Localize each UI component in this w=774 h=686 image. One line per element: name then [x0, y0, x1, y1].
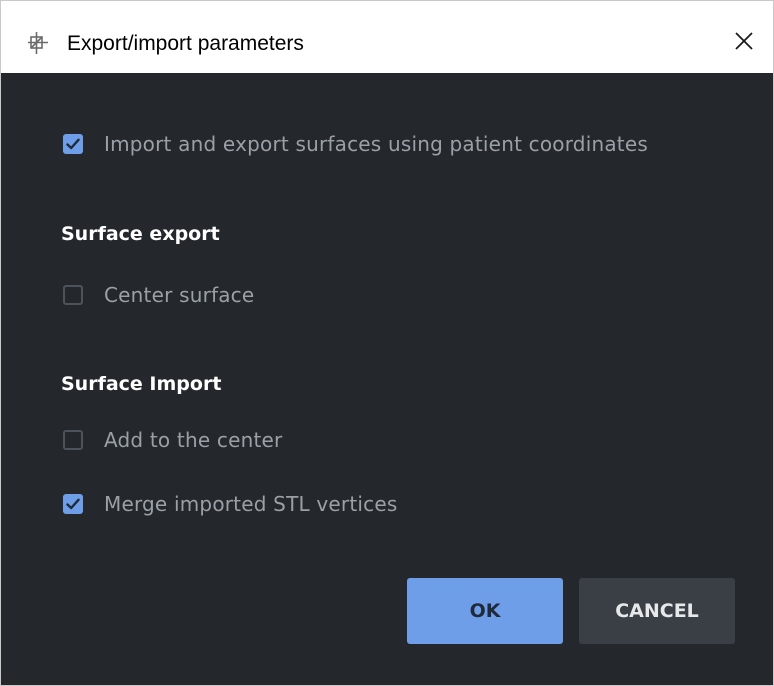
patient-coordinates-option[interactable]: Import and export surfaces using patient… — [63, 130, 648, 158]
app-icon — [27, 31, 49, 55]
center-surface-checkbox[interactable] — [63, 285, 83, 305]
merge-stl-vertices-label: Merge imported STL vertices — [104, 492, 398, 516]
dialog-content: Import and export surfaces using patient… — [1, 73, 773, 685]
center-surface-label: Center surface — [104, 283, 255, 307]
checkmark-icon — [66, 138, 80, 150]
surface-import-heading: Surface Import — [61, 373, 222, 395]
add-to-center-label: Add to the center — [104, 428, 283, 452]
close-icon — [734, 31, 754, 55]
add-to-center-option[interactable]: Add to the center — [63, 426, 282, 454]
center-surface-option[interactable]: Center surface — [63, 281, 254, 309]
cancel-button[interactable]: CANCEL — [579, 578, 735, 644]
surface-export-heading: Surface export — [61, 223, 220, 245]
title-bar[interactable]: Export/import parameters — [1, 1, 773, 73]
window-title: Export/import parameters — [67, 32, 304, 55]
add-to-center-checkbox[interactable] — [63, 430, 83, 450]
ok-button[interactable]: OK — [407, 578, 563, 644]
patient-coordinates-label: Import and export surfaces using patient… — [104, 132, 648, 156]
merge-stl-vertices-option[interactable]: Merge imported STL vertices — [63, 490, 397, 518]
close-button[interactable] — [715, 15, 773, 71]
checkmark-icon — [66, 498, 80, 510]
merge-stl-vertices-checkbox[interactable] — [63, 494, 83, 514]
patient-coordinates-checkbox[interactable] — [63, 134, 83, 154]
export-import-dialog: Export/import parameters Import and expo… — [0, 0, 774, 686]
